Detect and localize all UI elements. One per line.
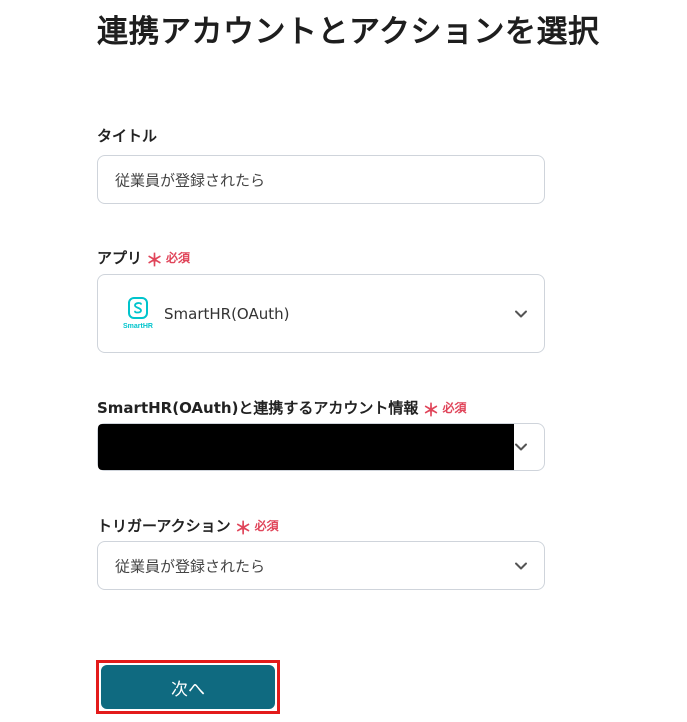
title-input[interactable]: 従業員が登録されたら <box>97 155 545 204</box>
page-title: 連携アカウントとアクションを選択 <box>97 14 600 50</box>
redacted-account-value <box>98 424 514 470</box>
trigger-label-text: トリガーアクション <box>97 516 231 535</box>
chevron-down-icon <box>515 310 527 317</box>
required-badge: 必須 <box>442 400 467 415</box>
required-mark: ＊ <box>422 401 440 421</box>
account-select[interactable] <box>97 423 545 471</box>
required-badge: 必須 <box>254 518 279 533</box>
title-label-text: タイトル <box>97 127 158 145</box>
title-label: タイトル <box>97 125 157 146</box>
smarthr-logo-icon: SmartHR <box>122 296 154 331</box>
title-input-value: 従業員が登録されたら <box>115 171 266 189</box>
chevron-down-icon <box>515 443 527 451</box>
trigger-label: トリガーアクション ＊ 必須 <box>97 511 279 540</box>
required-mark: ＊ <box>234 519 252 539</box>
required-badge: 必須 <box>166 250 191 265</box>
account-label: SmartHR(OAuth)と連携するアカウント情報 ＊ 必須 <box>97 393 467 422</box>
account-label-text: SmartHR(OAuth)と連携するアカウント情報 <box>97 398 419 417</box>
trigger-select[interactable]: 従業員が登録されたら <box>97 541 545 590</box>
trigger-select-value: 従業員が登録されたら <box>115 557 266 575</box>
smarthr-logo-text: SmartHR <box>123 323 153 330</box>
app-label: アプリ ＊ 必須 <box>97 243 191 272</box>
app-select-value: SmartHR(OAuth) <box>164 304 290 323</box>
next-button[interactable]: 次へ <box>101 665 275 709</box>
required-mark: ＊ <box>146 251 164 271</box>
chevron-down-icon <box>515 562 527 569</box>
app-select[interactable]: SmartHR SmartHR(OAuth) <box>97 274 545 353</box>
app-label-text: アプリ <box>97 248 143 267</box>
